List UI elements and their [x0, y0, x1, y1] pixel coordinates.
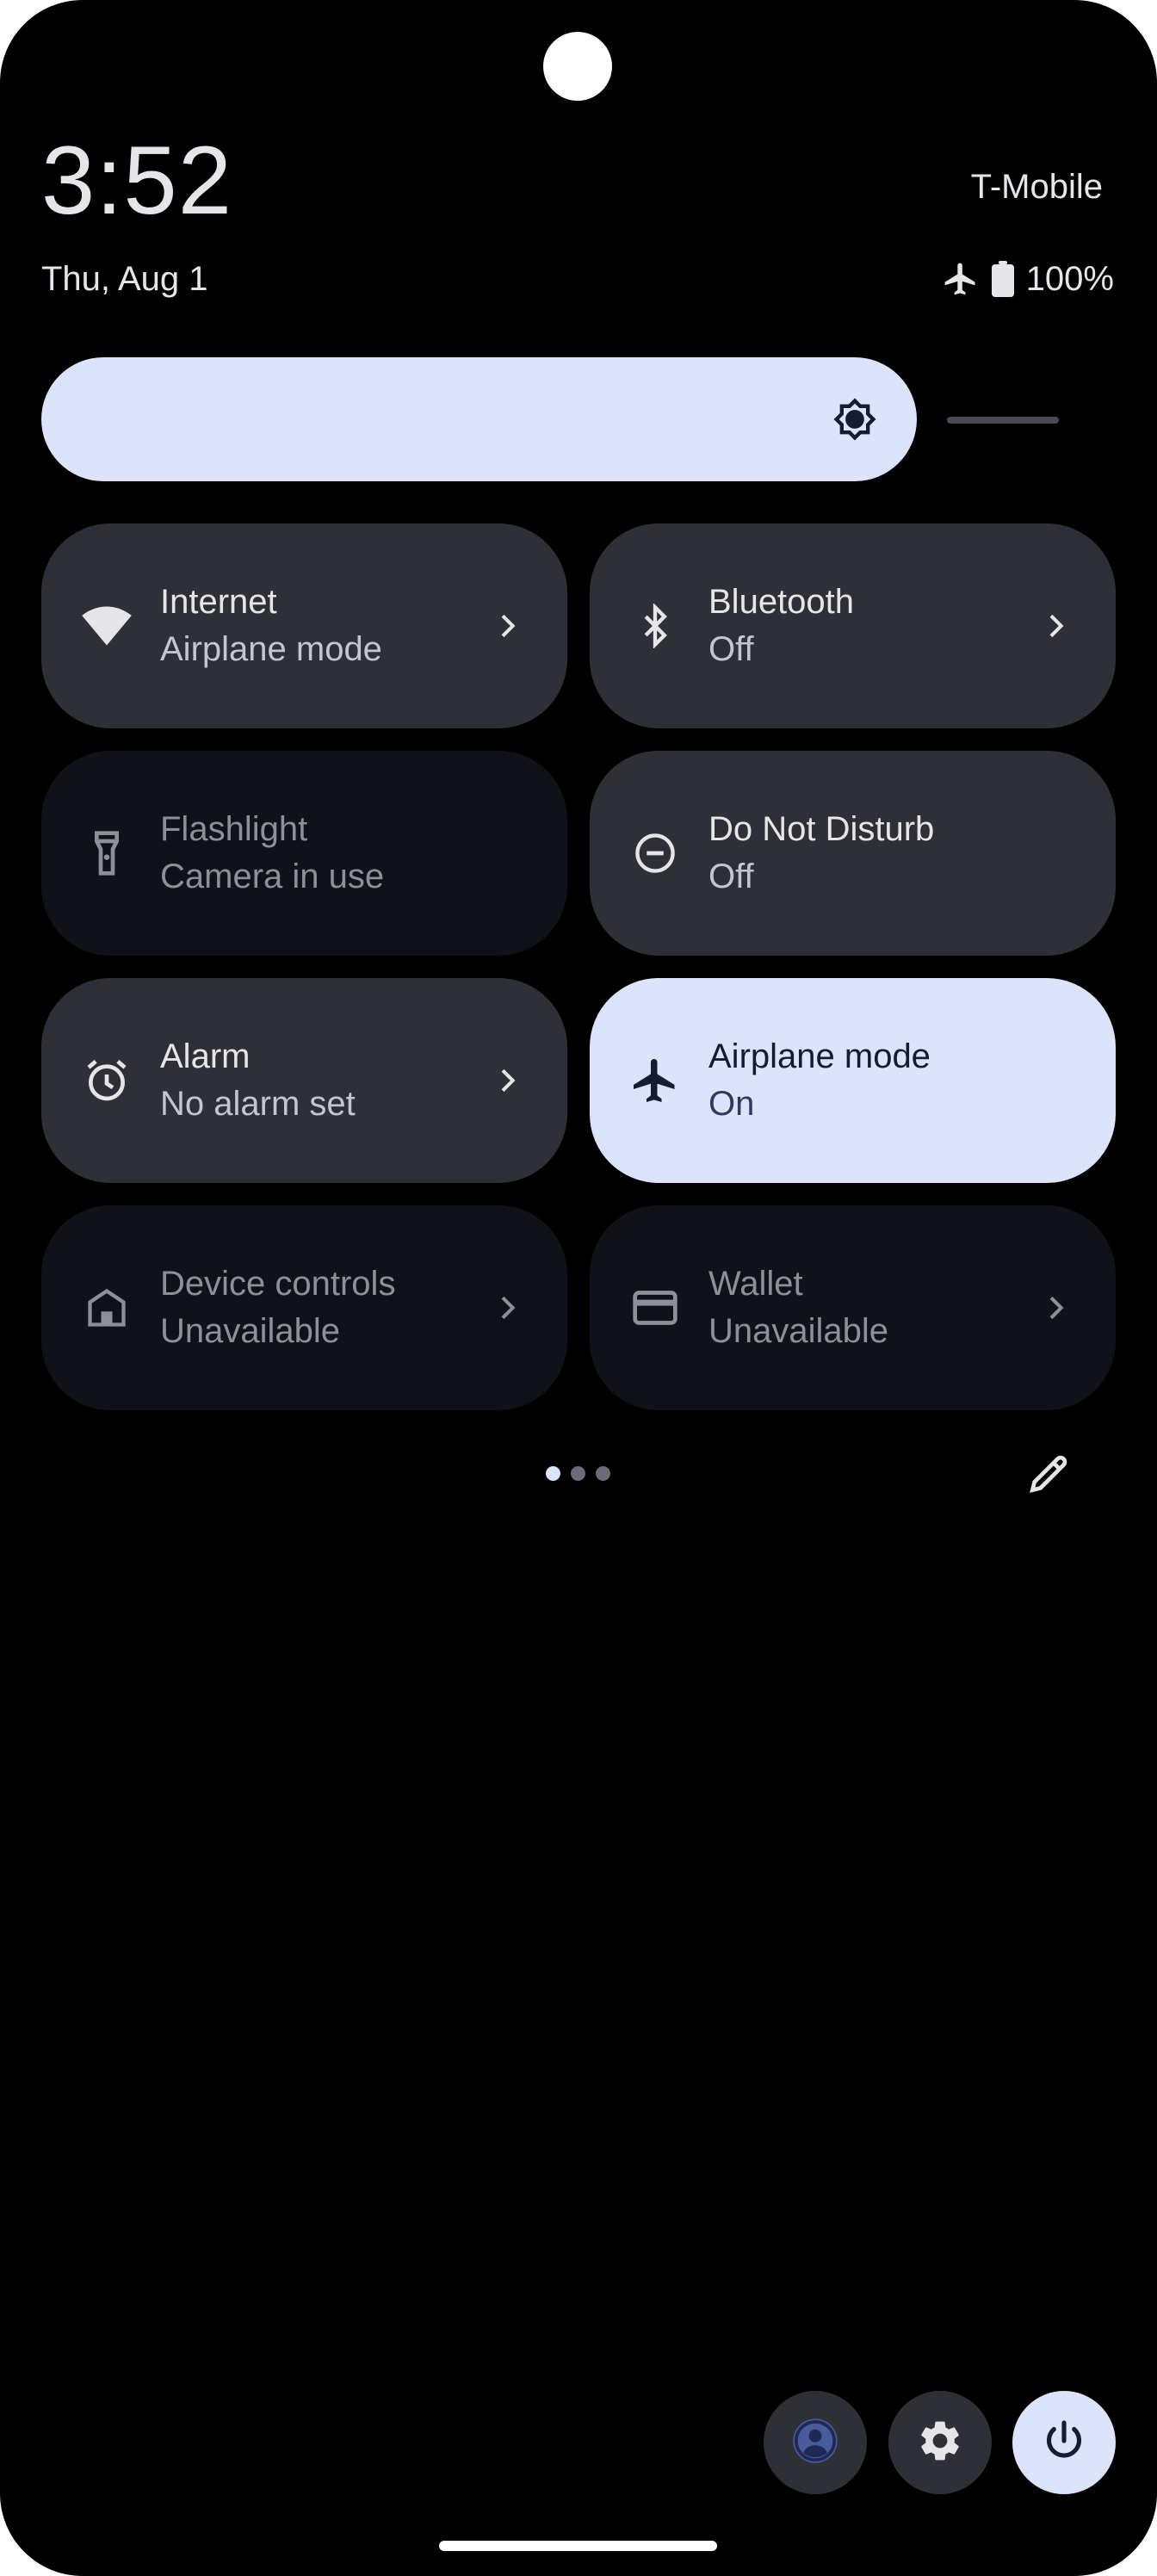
page-dot: [571, 1466, 585, 1481]
chevron-right-icon: [490, 1291, 524, 1325]
page-indicator: [546, 1466, 610, 1481]
tile-title: Flashlight: [160, 810, 308, 848]
tile-subtitle: Camera in use: [160, 858, 385, 895]
airplane-icon: [629, 1055, 681, 1106]
wifi-icon: [81, 600, 133, 652]
flashlight-icon: [81, 827, 133, 879]
tile-subtitle: On: [708, 1085, 755, 1123]
tile-wallet[interactable]: Wallet Unavailable: [590, 1205, 1116, 1410]
tile-airplane-mode[interactable]: Airplane mode On: [590, 978, 1116, 1183]
settings-button[interactable]: [888, 2391, 992, 2494]
status-icons: 100%: [942, 257, 1114, 301]
tile-title: Do Not Disturb: [708, 810, 935, 848]
tile-flashlight[interactable]: Flashlight Camera in use: [41, 751, 567, 956]
alarm-icon: [81, 1055, 133, 1106]
brightness-slider[interactable]: [41, 357, 917, 481]
quick-settings-tiles: Internet Airplane mode Bluetooth Off Fla…: [41, 523, 1116, 1410]
do-not-disturb-icon: [629, 827, 681, 879]
clock[interactable]: 3:52: [41, 129, 232, 232]
airplane-icon: [942, 260, 980, 298]
wallet-card-icon: [629, 1282, 681, 1334]
tile-device-controls[interactable]: Device controls Unavailable: [41, 1205, 567, 1410]
chevron-right-icon: [490, 1063, 524, 1098]
page-dot: [596, 1466, 610, 1481]
brightness-track[interactable]: [947, 417, 1059, 424]
tile-title: Airplane mode: [708, 1037, 931, 1075]
user-icon: [791, 2417, 839, 2469]
chevron-right-icon: [1038, 1291, 1073, 1325]
chevron-right-icon: [1038, 609, 1073, 643]
carrier-label: T-Mobile: [970, 168, 1103, 206]
tile-do-not-disturb[interactable]: Do Not Disturb Off: [590, 751, 1116, 956]
date[interactable]: Thu, Aug 1: [41, 258, 207, 300]
battery-percent: 100%: [1025, 259, 1114, 298]
power-icon: [1040, 2417, 1088, 2469]
brightness-icon: [832, 397, 877, 442]
chevron-right-icon: [490, 609, 524, 643]
gear-icon: [916, 2417, 964, 2469]
power-menu-button[interactable]: [1012, 2391, 1116, 2494]
front-camera-cutout: [543, 32, 612, 101]
battery-full-icon: [991, 261, 1014, 297]
page-dot: [546, 1466, 560, 1481]
user-switcher-button[interactable]: [764, 2391, 867, 2494]
tile-alarm[interactable]: Alarm No alarm set: [41, 978, 567, 1183]
tile-subtitle: Off: [708, 858, 754, 895]
home-gesture-bar[interactable]: [439, 2541, 717, 2551]
quick-settings-screen: 3:52 Thu, Aug 1 T-Mobile 100% Internet A…: [0, 0, 1157, 2576]
home-icon: [81, 1282, 133, 1334]
bluetooth-icon: [629, 600, 681, 652]
tile-internet[interactable]: Internet Airplane mode: [41, 523, 567, 728]
pencil-icon[interactable]: [1024, 1450, 1073, 1498]
tile-bluetooth[interactable]: Bluetooth Off: [590, 523, 1116, 728]
